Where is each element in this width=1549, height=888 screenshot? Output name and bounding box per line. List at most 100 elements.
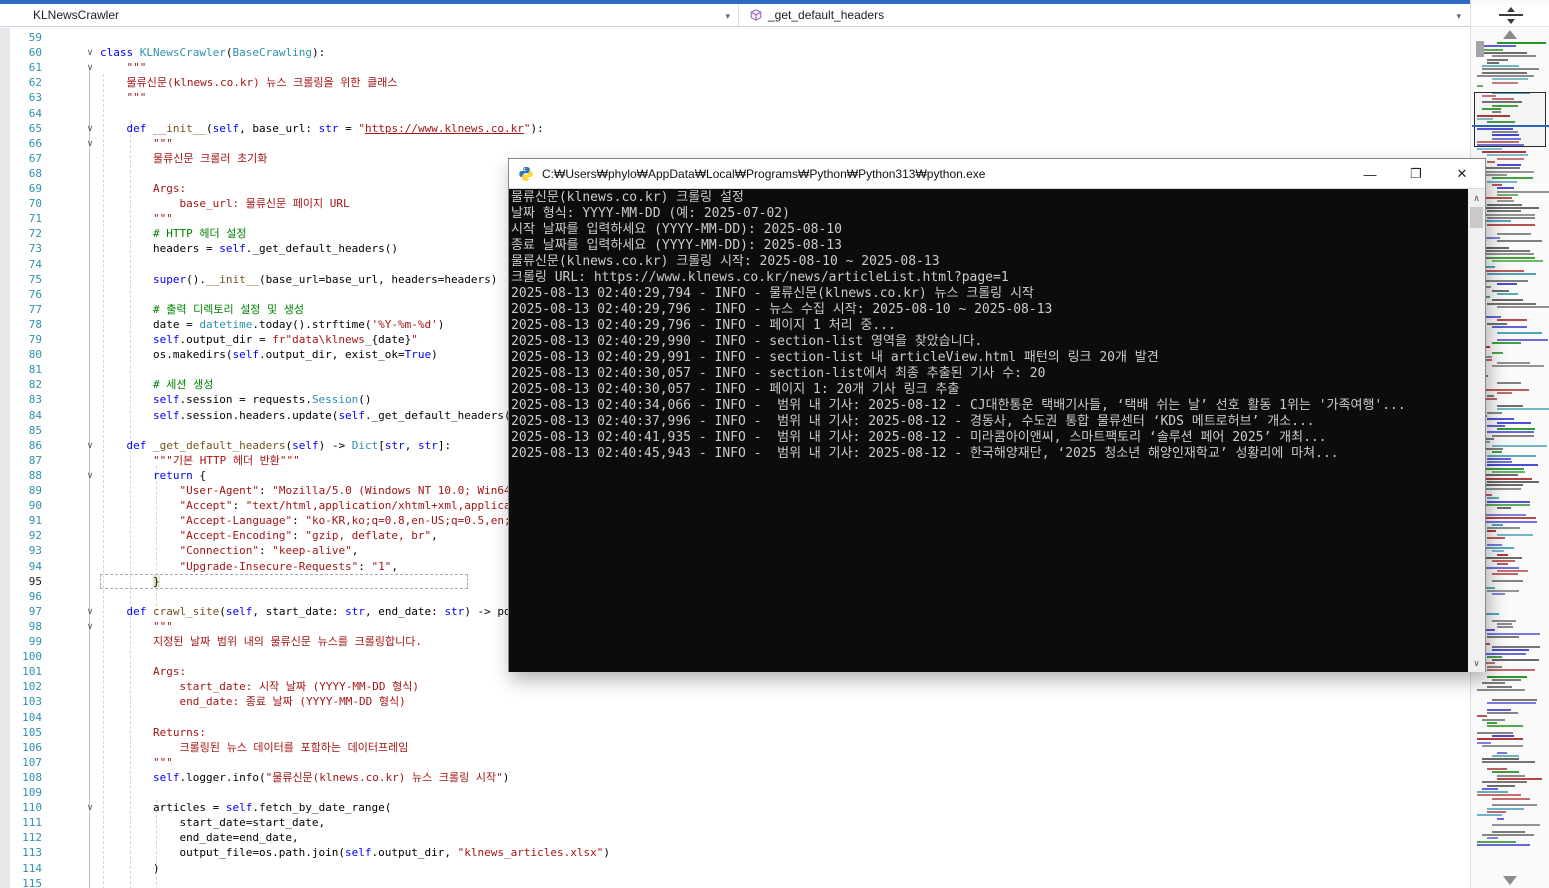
scroll-down-icon[interactable]: ∨	[1468, 655, 1485, 671]
code-text: self.session.headers.update(self._get_de…	[100, 408, 524, 423]
code-line[interactable]: 105 Returns:	[0, 725, 1470, 740]
console-scrollbar[interactable]: ∧ ∨	[1468, 189, 1485, 672]
line-number: 80	[2, 347, 42, 362]
code-text: "User-Agent": "Mozilla/5.0 (Windows NT 1…	[100, 483, 517, 498]
code-text: "Accept-Language": "ko-KR,ko;q=0.8,en-US…	[100, 513, 524, 528]
fold-collapse-icon[interactable]: ∨	[83, 604, 97, 619]
line-number: 65	[2, 121, 42, 136]
fold-collapse-icon[interactable]: ∨	[83, 800, 97, 815]
line-number: 89	[2, 483, 42, 498]
code-line[interactable]: 111 start_date=start_date,	[0, 815, 1470, 830]
scroll-up-icon[interactable]: ∧	[1468, 190, 1485, 206]
code-text: output_file=os.path.join(self.output_dir…	[100, 845, 610, 860]
line-number: 100	[2, 649, 42, 664]
line-number: 71	[2, 211, 42, 226]
code-text: self.logger.info("물류신문(klnews.co.kr) 뉴스 …	[100, 770, 509, 785]
code-line[interactable]: 109	[0, 785, 1470, 800]
console-title: C:₩Users₩phylo₩AppData₩Local₩Programs₩Py…	[542, 167, 985, 181]
scrollbar-thumb[interactable]	[1470, 207, 1483, 228]
code-text: Args:	[100, 181, 186, 196]
minimap-caret-line	[1472, 125, 1549, 127]
line-number: 70	[2, 196, 42, 211]
code-text: articles = self.fetch_by_date_range(	[100, 800, 391, 815]
code-line[interactable]: 112 end_date=end_date,	[0, 830, 1470, 845]
code-text: # 출력 디렉토리 설정 및 생성	[100, 302, 304, 317]
line-number: 91	[2, 513, 42, 528]
line-number: 90	[2, 498, 42, 513]
fold-collapse-icon[interactable]: ∨	[83, 121, 97, 136]
code-text: super().__init__(base_url=base_url, head…	[100, 272, 497, 287]
minimap-mark	[1476, 41, 1484, 57]
fold-collapse-icon[interactable]: ∨	[83, 136, 97, 151]
line-number: 77	[2, 302, 42, 317]
fold-collapse-icon[interactable]: ∨	[83, 619, 97, 634]
scope-dropdown[interactable]: KLNewsCrawler ▾	[0, 4, 739, 26]
minimize-button[interactable]: —	[1347, 159, 1393, 189]
console-title-bar[interactable]: C:₩Users₩phylo₩AppData₩Local₩Programs₩Py…	[509, 159, 1485, 189]
code-line[interactable]: 107 """	[0, 755, 1470, 770]
code-line[interactable]: 62 물류신문(klnews.co.kr) 뉴스 크롤링을 위한 클래스	[0, 75, 1470, 90]
chevron-down-icon: ▾	[725, 11, 730, 22]
minimap-viewport[interactable]	[1474, 92, 1546, 147]
maximize-button[interactable]: ❐	[1393, 159, 1439, 189]
code-text: """	[100, 90, 146, 105]
current-line-highlight	[100, 574, 468, 589]
code-line[interactable]: 114 )	[0, 861, 1470, 876]
line-number: 72	[2, 226, 42, 241]
line-number: 92	[2, 528, 42, 543]
code-line[interactable]: 64	[0, 106, 1470, 121]
fold-collapse-icon[interactable]: ∨	[83, 45, 97, 60]
code-line[interactable]: 66∨ """	[0, 136, 1470, 151]
code-line[interactable]: 104	[0, 710, 1470, 725]
line-number: 110	[2, 800, 42, 815]
member-dropdown[interactable]: _get_default_headers ▾	[739, 4, 1469, 26]
code-line[interactable]: 113 output_file=os.path.join(self.output…	[0, 845, 1470, 860]
code-text: self.output_dir = fr"data\klnews_{date}"	[100, 332, 418, 347]
code-line[interactable]: 61∨ """	[0, 60, 1470, 75]
line-number: 99	[2, 634, 42, 649]
code-line[interactable]: 103 end_date: 종료 날짜 (YYYY-MM-DD 형식)	[0, 694, 1470, 709]
line-number: 104	[2, 710, 42, 725]
console-output-area[interactable]: 물류신문(klnews.co.kr) 크롤링 설정 날짜 형식: YYYY-MM…	[509, 189, 1485, 672]
code-line[interactable]: 110 ∨ articles = self.fetch_by_date_range…	[0, 800, 1470, 815]
code-line[interactable]: 106 크롤링된 뉴스 데이터를 포함하는 데이터프레임	[0, 740, 1470, 755]
code-text: """	[100, 619, 173, 634]
code-line[interactable]: 59	[0, 30, 1470, 45]
line-number: 74	[2, 257, 42, 272]
scroll-down-icon[interactable]	[1503, 876, 1517, 885]
code-text: return {	[100, 468, 206, 483]
code-text: def __init__(self, base_url: str = "http…	[100, 121, 544, 136]
code-line[interactable]: 108 self.logger.info("물류신문(klnews.co.kr)…	[0, 770, 1470, 785]
code-text: end_date=end_date,	[100, 830, 299, 845]
line-number: 114	[2, 861, 42, 876]
close-button[interactable]: ✕	[1439, 159, 1485, 189]
line-number: 88	[2, 468, 42, 483]
line-number: 59	[2, 30, 42, 45]
code-line[interactable]: 115	[0, 876, 1470, 888]
line-number: 86	[2, 438, 42, 453]
line-number: 112	[2, 830, 42, 845]
line-number: 67	[2, 151, 42, 166]
line-number: 103	[2, 694, 42, 709]
line-number: 113	[2, 845, 42, 860]
line-number: 111	[2, 815, 42, 830]
fold-collapse-icon[interactable]: ∨	[83, 438, 97, 453]
code-text: def _get_default_headers(self) -> Dict[s…	[100, 438, 451, 453]
line-number: 85	[2, 423, 42, 438]
line-number: 108	[2, 770, 42, 785]
code-line[interactable]: 102 start_date: 시작 날짜 (YYYY-MM-DD 형식)	[0, 679, 1470, 694]
fold-collapse-icon[interactable]: ∨	[83, 60, 97, 75]
code-text: # 세션 생성	[100, 377, 213, 392]
code-text: "Connection": "keep-alive",	[100, 543, 358, 558]
navigation-bar: KLNewsCrawler ▾ _get_default_headers ▾	[0, 4, 1470, 27]
code-text: Returns:	[100, 725, 206, 740]
line-number: 107	[2, 755, 42, 770]
code-line[interactable]: 65 ∨ def __init__(self, base_url: str = "…	[0, 121, 1470, 136]
code-line[interactable]: 63 """	[0, 90, 1470, 105]
code-line[interactable]: 60∨class KLNewsCrawler(BaseCrawling):	[0, 45, 1470, 60]
line-number: 62	[2, 75, 42, 90]
line-number: 76	[2, 287, 42, 302]
line-number: 75	[2, 272, 42, 287]
code-text: end_date: 종료 날짜 (YYYY-MM-DD 형식)	[100, 694, 406, 709]
fold-collapse-icon[interactable]: ∨	[83, 468, 97, 483]
